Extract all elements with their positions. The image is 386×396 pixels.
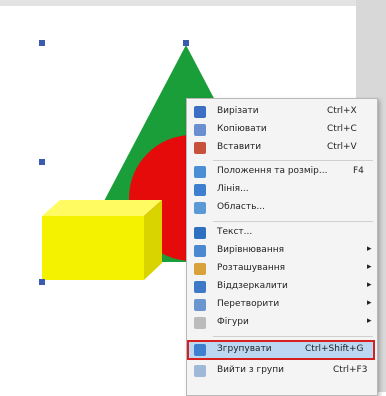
copy-icon xyxy=(194,124,206,136)
menu-item-label: Віддзеркалити xyxy=(217,281,288,291)
menu-item-shapes[interactable]: Фігури ▸ xyxy=(187,314,375,332)
arrange-icon xyxy=(194,263,206,275)
selection-handle-top-left[interactable] xyxy=(39,40,45,46)
submenu-arrow-icon: ▸ xyxy=(367,298,372,308)
group-icon xyxy=(194,344,206,356)
menu-item-label: Вийти з групи xyxy=(217,365,284,375)
scissors-icon xyxy=(194,106,206,118)
menu-item-label: Лінія... xyxy=(217,184,249,194)
menu-separator xyxy=(213,336,373,337)
text-icon xyxy=(194,227,206,239)
menu-item-label: Розташування xyxy=(217,263,286,273)
submenu-arrow-icon: ▸ xyxy=(367,316,372,326)
yellow-cube-top xyxy=(42,200,162,216)
menu-item-label: Область... xyxy=(217,202,265,212)
yellow-cube-front[interactable] xyxy=(42,216,144,280)
menu-item-label: Положення та розмір... xyxy=(217,166,328,176)
position-size-icon xyxy=(194,166,206,178)
selection-handle-top-center[interactable] xyxy=(183,40,189,46)
menu-item-flip[interactable]: Віддзеркалити ▸ xyxy=(187,278,375,296)
menu-item-cut[interactable]: Вирізати Ctrl+X xyxy=(187,103,375,121)
menu-item-exit-group[interactable]: Вийти з групи Ctrl+F3 xyxy=(187,362,375,380)
submenu-arrow-icon: ▸ xyxy=(367,280,372,290)
menu-item-shortcut: Ctrl+X xyxy=(327,106,357,116)
menu-item-label: Вставити xyxy=(217,142,262,152)
menu-item-label: Вирівнювання xyxy=(217,245,285,255)
menu-item-align[interactable]: Вирівнювання ▸ xyxy=(187,242,375,260)
align-icon xyxy=(194,245,206,257)
menu-item-position-size[interactable]: Положення та розмір... F4 xyxy=(187,163,375,181)
menu-item-shortcut: Ctrl+C xyxy=(327,124,357,134)
menu-item-paste[interactable]: Вставити Ctrl+V xyxy=(187,139,375,157)
menu-item-label: Фігури xyxy=(217,317,249,327)
menu-item-area[interactable]: Область... xyxy=(187,199,375,217)
submenu-arrow-icon: ▸ xyxy=(367,244,372,254)
menu-item-group[interactable]: Згрупувати Ctrl+Shift+G xyxy=(187,340,375,360)
menu-separator xyxy=(213,221,373,222)
line-icon xyxy=(194,184,206,196)
menu-item-text[interactable]: Текст... xyxy=(187,224,375,242)
menu-item-arrange[interactable]: Розташування ▸ xyxy=(187,260,375,278)
menu-item-label: Копіювати xyxy=(217,124,267,134)
menu-separator xyxy=(213,160,373,161)
selection-handle-bottom-left[interactable] xyxy=(39,279,45,285)
menu-item-label: Перетворити xyxy=(217,299,280,309)
menu-item-label: Вирізати xyxy=(217,106,259,116)
paste-icon xyxy=(194,142,206,154)
menu-item-shortcut: Ctrl+V xyxy=(327,142,357,152)
menu-item-shortcut: Ctrl+Shift+G xyxy=(305,344,364,354)
menu-item-label: Текст... xyxy=(217,227,253,237)
menu-item-label: Згрупувати xyxy=(217,344,272,354)
convert-icon xyxy=(194,299,206,311)
shapes-icon xyxy=(194,317,206,329)
submenu-arrow-icon: ▸ xyxy=(367,262,372,272)
menu-item-convert[interactable]: Перетворити ▸ xyxy=(187,296,375,314)
context-menu[interactable]: Вирізати Ctrl+X Копіювати Ctrl+C Вставит… xyxy=(186,98,378,396)
area-icon xyxy=(194,202,206,214)
menu-item-shortcut: Ctrl+F3 xyxy=(333,365,368,375)
menu-item-line[interactable]: Лінія... xyxy=(187,181,375,199)
flip-icon xyxy=(194,281,206,293)
selection-handle-middle-left[interactable] xyxy=(39,159,45,165)
menu-item-copy[interactable]: Копіювати Ctrl+C xyxy=(187,121,375,139)
menu-item-shortcut: F4 xyxy=(353,166,364,176)
exit-group-icon xyxy=(194,365,206,377)
